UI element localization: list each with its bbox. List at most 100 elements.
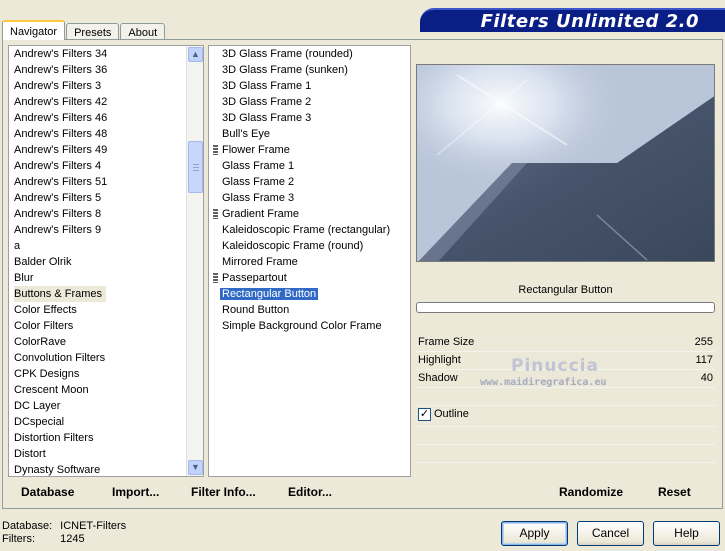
category-item[interactable]: Color Filters: [9, 318, 203, 334]
param-actions-bar: Randomize Reset: [416, 479, 715, 505]
param-empty: [416, 426, 715, 444]
param-frame-size[interactable]: Frame Size 255: [416, 334, 715, 352]
filter-item[interactable]: 3D Glass Frame 2: [209, 94, 410, 110]
category-item[interactable]: Balder Olrik: [9, 254, 203, 270]
filter-item[interactable]: Glass Frame 2: [209, 174, 410, 190]
category-item[interactable]: Andrew's Filters 5: [9, 190, 203, 206]
filter-item-label: Glass Frame 1: [222, 160, 295, 172]
filter-item[interactable]: Simple Background Color Frame: [209, 318, 410, 334]
category-item[interactable]: Blur: [9, 270, 203, 286]
category-item-label: Dynasty Software: [14, 464, 101, 476]
filter-item[interactable]: Rectangular Button: [209, 286, 410, 302]
grip-line: [193, 167, 199, 168]
filters-count: 1245: [60, 533, 85, 545]
filter-item[interactable]: Mirrored Frame: [209, 254, 410, 270]
filter-item[interactable]: Kaleidoscopic Frame (round): [209, 238, 410, 254]
filter-item[interactable]: Bull's Eye: [209, 126, 410, 142]
param-value: 255: [694, 336, 713, 348]
filter-list[interactable]: 3D Glass Frame (rounded) 3D Glass Frame (…: [208, 45, 411, 477]
filter-item-label: Round Button: [222, 304, 290, 316]
tab-bar: Navigator Presets About: [2, 20, 166, 40]
category-item-label: Convolution Filters: [14, 352, 106, 364]
filter-item-label: Kaleidoscopic Frame (rectangular): [222, 224, 391, 236]
category-item[interactable]: Andrew's Filters 51: [9, 174, 203, 190]
apply-button[interactable]: Apply: [501, 521, 568, 546]
editor-button[interactable]: Editor...: [288, 485, 332, 499]
category-item-label: Blur: [14, 272, 34, 284]
filter-item-label: Kaleidoscopic Frame (round): [222, 240, 364, 252]
category-item-label: Andrew's Filters 51: [14, 176, 108, 188]
category-item[interactable]: DCspecial: [9, 414, 203, 430]
category-item-label: Andrew's Filters 8: [14, 208, 102, 220]
filter-item[interactable]: Passepartout: [209, 270, 410, 286]
category-item[interactable]: Andrew's Filters 9: [9, 222, 203, 238]
cancel-button[interactable]: Cancel: [577, 521, 644, 546]
category-item[interactable]: Color Effects: [9, 302, 203, 318]
category-item[interactable]: Andrew's Filters 8: [9, 206, 203, 222]
category-list[interactable]: Andrew's Filters 34 Andrew's Filters 36 An…: [8, 45, 204, 477]
filter-item[interactable]: Kaleidoscopic Frame (rectangular): [209, 222, 410, 238]
randomize-button[interactable]: Randomize: [559, 485, 623, 499]
param-label: Frame Size: [418, 336, 475, 348]
filter-item-label: Bull's Eye: [222, 128, 270, 140]
reset-button[interactable]: Reset: [658, 485, 691, 499]
filter-item[interactable]: 3D Glass Frame (rounded): [209, 46, 410, 62]
header-banner: Filters Unlimited 2.0: [420, 8, 725, 32]
category-item[interactable]: Andrew's Filters 49: [9, 142, 203, 158]
category-item[interactable]: Andrew's Filters 48: [9, 126, 203, 142]
category-item[interactable]: Convolution Filters: [9, 350, 203, 366]
category-item-label: Balder Olrik: [14, 256, 72, 268]
category-item[interactable]: Andrew's Filters 46: [9, 110, 203, 126]
category-item[interactable]: Distort: [9, 446, 203, 462]
category-item[interactable]: Crescent Moon: [9, 382, 203, 398]
filter-item-label: Rectangular Button: [220, 288, 319, 300]
filter-item-label: 3D Glass Frame 3: [222, 112, 312, 124]
category-item-label: Distort: [14, 448, 46, 460]
help-button[interactable]: Help: [653, 521, 720, 546]
outline-checkbox[interactable]: ✓: [418, 408, 431, 421]
category-item-label: Andrew's Filters 9: [14, 224, 102, 236]
category-item-label: a: [14, 240, 21, 252]
tab-navigator[interactable]: Navigator: [2, 20, 66, 40]
filter-item[interactable]: 3D Glass Frame (sunken): [209, 62, 410, 78]
filter-item[interactable]: Flower Frame: [209, 142, 410, 158]
group-bars-icon: [213, 209, 218, 219]
filter-item[interactable]: Round Button: [209, 302, 410, 318]
category-item[interactable]: Andrew's Filters 34: [9, 46, 203, 62]
database-button[interactable]: Database: [21, 485, 74, 499]
param-empty: [416, 444, 715, 462]
category-item[interactable]: Distortion Filters: [9, 430, 203, 446]
outline-option[interactable]: ✓ Outline: [416, 406, 715, 424]
category-item-label: Andrew's Filters 42: [14, 96, 108, 108]
category-item[interactable]: Andrew's Filters 42: [9, 94, 203, 110]
category-item[interactable]: Andrew's Filters 36: [9, 62, 203, 78]
filter-item[interactable]: Glass Frame 3: [209, 190, 410, 206]
filter-item[interactable]: Glass Frame 1: [209, 158, 410, 174]
category-item[interactable]: CPK Designs: [9, 366, 203, 382]
filter-item[interactable]: Gradient Frame: [209, 206, 410, 222]
filter-info-button[interactable]: Filter Info...: [191, 485, 256, 499]
category-item[interactable]: Dynasty Software: [9, 462, 203, 476]
category-item[interactable]: DC Layer: [9, 398, 203, 414]
category-item[interactable]: a: [9, 238, 203, 254]
tab-presets[interactable]: Presets: [66, 23, 120, 40]
filter-item-label: 3D Glass Frame 1: [222, 80, 312, 92]
category-item-label: Andrew's Filters 5: [14, 192, 102, 204]
scroll-down-icon[interactable]: ▼: [188, 460, 203, 475]
filter-item[interactable]: 3D Glass Frame 3: [209, 110, 410, 126]
scroll-up-icon[interactable]: ▲: [188, 47, 203, 62]
group-bars-icon: [213, 273, 218, 283]
category-item[interactable]: Andrew's Filters 4: [9, 158, 203, 174]
slider-track[interactable]: [486, 335, 685, 350]
category-scrollbar[interactable]: ▲ ▼: [186, 46, 203, 476]
tab-about[interactable]: About: [120, 23, 166, 40]
group-bars-icon: [213, 145, 218, 155]
category-item[interactable]: ColorRave: [9, 334, 203, 350]
category-item-label: Andrew's Filters 46: [14, 112, 108, 124]
import-button[interactable]: Import...: [112, 485, 159, 499]
scrollbar-thumb[interactable]: [188, 141, 203, 193]
category-item[interactable]: Andrew's Filters 3: [9, 78, 203, 94]
param-label: Highlight: [418, 354, 461, 366]
filter-item[interactable]: 3D Glass Frame 1: [209, 78, 410, 94]
category-item[interactable]: Buttons & Frames: [9, 286, 203, 302]
